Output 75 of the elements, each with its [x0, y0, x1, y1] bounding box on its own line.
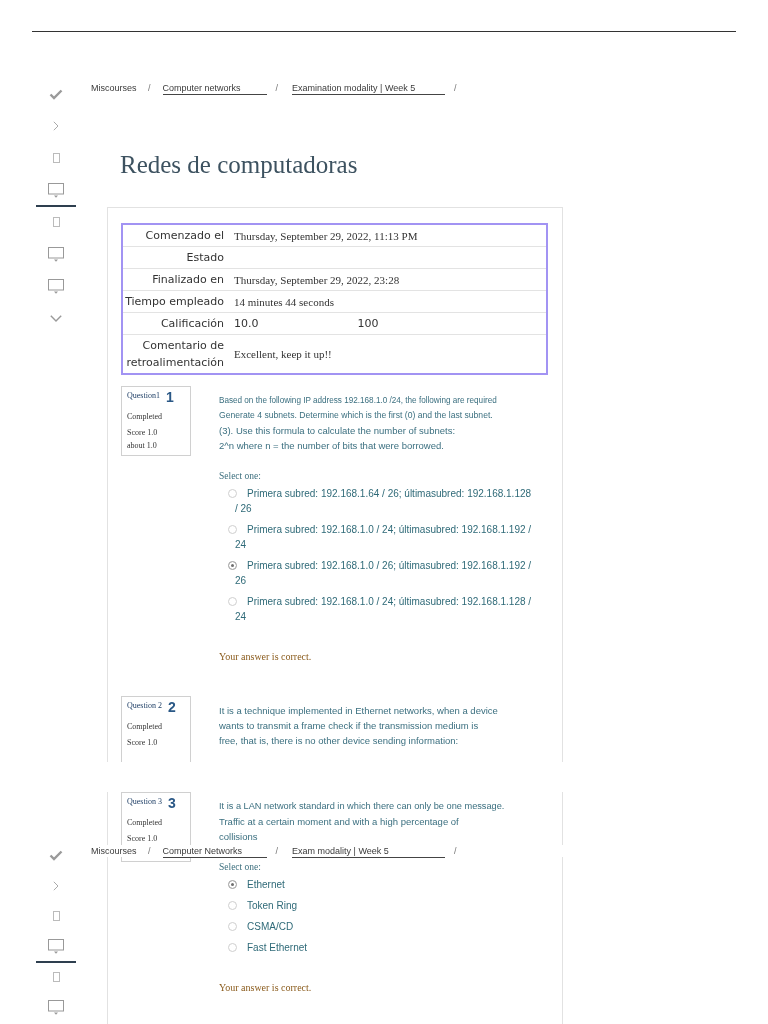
- select-label: Select one:: [219, 470, 261, 483]
- field-value: 14 minutes 44 seconds: [234, 294, 334, 309]
- question-label: Question 2: [127, 700, 162, 711]
- option-label: Primera subred: 192.168.1.0 / 26; últimasubred: 192.168.1.192 / 26: [235, 560, 532, 586]
- question-score: Score 1.0: [127, 737, 158, 749]
- monitor-icon: [48, 939, 64, 955]
- breadcrumb-item[interactable]: Miscourses: [91, 845, 148, 857]
- question-number: 1: [165, 389, 174, 405]
- option-label: Ethernet: [247, 879, 285, 890]
- question-status: Completed: [127, 817, 163, 829]
- monitor-icon: [48, 278, 64, 294]
- field-value: Thursday, September 29, 2022, 23:28: [234, 272, 400, 287]
- question-number: 3: [167, 795, 176, 811]
- question-label: Question1: [127, 390, 160, 401]
- radio-button[interactable]: [228, 489, 237, 498]
- chevron-right-icon: [53, 880, 59, 891]
- breadcrumb-link[interactable]: Exam modality | Week 5: [292, 844, 446, 858]
- breadcrumb-separator: /: [275, 82, 279, 94]
- option-label: Primera subred: 192.168.1.0 / 24; últimasubred: 192.168.1.192 / 24: [235, 524, 532, 550]
- question-score: about 1.0: [127, 440, 157, 452]
- feedback-text: Your answer is correct.: [219, 981, 312, 995]
- breadcrumb-item[interactable]: Miscourses: [91, 82, 148, 94]
- select-label: Select one:: [219, 861, 261, 874]
- field-value: Thursday, September 29, 2022, 11:13 PM: [234, 228, 418, 243]
- monitor-icon: [48, 246, 64, 262]
- option-label: Primera subred: 192.168.1.0 / 24; últimasubred: 192.168.1.128 / 24: [235, 596, 532, 622]
- question-text: It is a technique implemented in Ethernet networks, when a device wants to transmit a frame check if the transmission medium is free, that is, there is no other device sending information:: [219, 704, 498, 748]
- radio-button[interactable]: [228, 922, 237, 931]
- question-status: Completed: [127, 721, 163, 733]
- breadcrumb-separator: /: [148, 82, 151, 94]
- option-label: Fast Ethernet: [247, 942, 308, 953]
- breadcrumb-separator: /: [148, 845, 151, 857]
- option-label: Primera subred: 192.168.1.64 / 26; últimasubred: 192.168.1.128 / 26: [235, 488, 532, 514]
- field-label: Comenzado el: [145, 228, 224, 244]
- grade-value: 100: [357, 316, 379, 331]
- question-text: It is a LAN network standard in which there can only be one message. Traffic at a certain moment and with a high percentage of collisions: [219, 800, 505, 844]
- field-label: Estado: [186, 250, 224, 266]
- monitor-icon: [48, 182, 64, 198]
- field-value: Excellent, keep it up!!: [234, 347, 332, 361]
- breadcrumb-link[interactable]: Computer Networks: [162, 844, 267, 858]
- radio-button[interactable]: [228, 880, 237, 889]
- question-label: Question 3: [127, 796, 162, 807]
- field-label: Tiempo empleado: [125, 294, 224, 310]
- radio-button[interactable]: [228, 597, 237, 606]
- feedback-text: Your answer is correct.: [219, 650, 312, 664]
- breadcrumb-link[interactable]: Computer networks: [162, 81, 267, 95]
- chevron-down-icon: [50, 314, 62, 322]
- breadcrumb-separator: /: [454, 845, 457, 857]
- page-icon: [52, 153, 60, 163]
- page-icon: [52, 972, 60, 983]
- question-score: Score 1.0: [127, 833, 158, 845]
- question-score: Score 1.0: [127, 427, 158, 439]
- radio-button[interactable]: [228, 901, 237, 910]
- breadcrumb-separator: /: [275, 845, 279, 857]
- page-title: Redes de computadoras: [120, 150, 358, 180]
- grade-value: 10.0: [234, 316, 259, 331]
- breadcrumb-separator: /: [454, 82, 457, 94]
- option-label: Token Ring: [247, 900, 298, 911]
- check-icon: [49, 88, 63, 100]
- question-status: Completed: [127, 411, 163, 423]
- option-label: CSMA/CD: [247, 921, 294, 932]
- check-icon: [49, 849, 63, 861]
- field-label: Comentario de retroalimentación: [125, 338, 224, 371]
- field-label: Finalizado en: [152, 272, 224, 288]
- radio-button[interactable]: [228, 525, 237, 534]
- radio-button[interactable]: [228, 561, 237, 570]
- page-icon: [52, 217, 60, 227]
- page-icon: [52, 911, 60, 922]
- chevron-right-icon: [53, 121, 59, 131]
- field-label: Calificación: [160, 316, 224, 332]
- breadcrumb-link[interactable]: Examination modality | Week 5: [292, 81, 446, 95]
- question-number: 2: [167, 699, 176, 715]
- radio-button[interactable]: [228, 943, 237, 952]
- monitor-icon: [48, 1000, 64, 1016]
- question-text: Based on the following IP address 192.168.1.0 /24, the following are required Generate 4 subnets. Determine which is the first (0) and the last subnet. (3). Use this formula to calculate the number of subnets: 2^n where n = the number of bits that were borrowed.: [219, 395, 497, 453]
